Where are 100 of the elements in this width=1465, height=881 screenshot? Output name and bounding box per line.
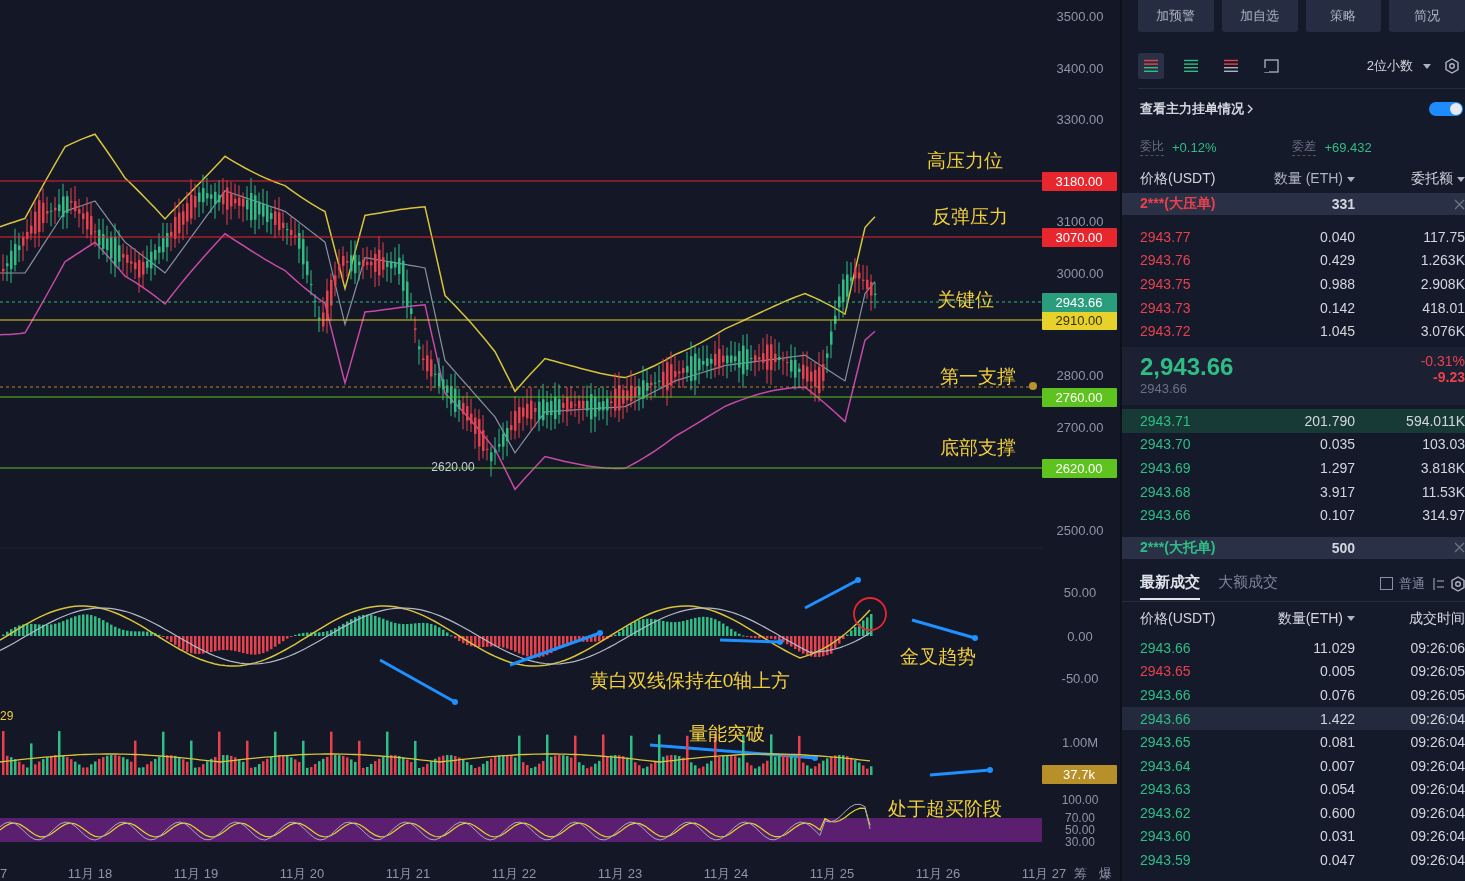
ask-price: 2943.77 [1140,228,1192,245]
bid-row[interactable]: 2943.69 1.297 3.818K [1122,456,1465,480]
ask-quantity: 0.988 [1318,276,1355,292]
column-header[interactable]: 数量(ETH) [1277,609,1343,628]
ask-quantity: 1.045 [1318,323,1355,340]
trades-tab[interactable]: 大额成交 [1218,567,1278,601]
trade-row[interactable]: 2943.65 0.005 09:26:05 [1122,659,1465,684]
trade-time: 09:26:04 [1409,710,1465,727]
date-label: 11月 18 [67,866,113,881]
settings-icon[interactable] [1445,58,1459,74]
large-bid-amount: 500 [1330,539,1355,556]
normal-checkbox[interactable] [1380,577,1393,591]
change-percent: -0.31% [1420,352,1465,369]
date-label: 11月 26 [915,866,961,881]
bid-row[interactable]: 2943.71 201.790 594.011K [1122,408,1465,433]
annotation-arrow [719,638,783,645]
column-header: 价格(USDT) [1140,609,1217,628]
ask-quantity: 0.142 [1318,299,1355,316]
ask-price: 2943.72 [1140,323,1192,340]
axis-label: 3300.00 [1056,112,1104,127]
annotation-text: 黄白双线保持在0轴上方 [589,670,791,691]
ask-price: 2943.75 [1140,276,1192,292]
order-book-layout-icon [1223,59,1239,73]
annotation-arrow [929,767,993,777]
order-book-layout-icon [1143,59,1159,73]
order-book-layout-icon [1183,59,1199,73]
trade-row[interactable]: 2943.63 0.054 09:26:04 [1122,777,1465,802]
trade-quantity: 0.081 [1318,734,1355,751]
panel-button[interactable]: 加预警 [1138,0,1214,32]
panel-button[interactable]: 策略 [1305,0,1382,32]
view-button[interactable] [1138,53,1164,79]
bid-row[interactable]: 2943.70 0.035 103.03 [1122,432,1465,457]
trade-price: 2943.63 [1140,781,1192,798]
axis-label: -50.00 [1061,671,1099,686]
diff-value: +69.432 [1324,139,1372,155]
level-label: 关键位 [936,289,994,310]
trade-quantity: 0.007 [1318,757,1355,774]
column-header[interactable]: 委托额 [1411,170,1453,188]
column-header: 成交时间 [1408,609,1465,628]
annotation-text: 金叉趋势 [900,646,976,667]
axis-label: 1.00M [1061,735,1099,750]
panel-button[interactable]: 简况 [1389,0,1465,32]
close-icon[interactable] [1454,198,1465,210]
bid-row[interactable]: 2943.68 3.917 11.53K [1122,479,1465,504]
date-label: 11月 27 [1021,866,1067,881]
list-icon[interactable] [1431,576,1445,591]
trade-price: 2943.66 [1140,686,1192,703]
caret-icon [1347,176,1355,182]
axis-label: 2700.00 [1056,420,1104,435]
axis-label: 0.00 [1067,629,1093,644]
trade-row[interactable]: 2943.62 0.600 09:26:04 [1122,801,1465,825]
trade-row[interactable]: 2943.66 1.422 09:26:04 [1122,706,1465,731]
trade-price: 2943.65 [1140,663,1192,680]
price-tag: 2760.00 [1042,388,1117,407]
trade-quantity: 1.422 [1318,710,1355,727]
highlight-circle [853,597,887,631]
large-bid-label: 2***(大托单) [1140,538,1217,557]
corner-tab[interactable]: 筹 [1073,866,1087,881]
main-orders-toggle[interactable] [1429,102,1463,116]
date-label: 11月 20 [279,866,325,881]
volume-value: 29 [0,709,14,723]
trade-quantity: 0.076 [1318,686,1355,703]
trade-time: 09:26:06 [1409,639,1465,656]
trade-row[interactable]: 2943.60 0.031 09:26:04 [1122,824,1465,849]
axis-label: 3400.00 [1056,61,1104,76]
axis-label: 50.00 [1065,823,1095,837]
ask-total: 418.01 [1421,299,1465,316]
volume-tag: 37.7k [1042,765,1117,784]
trade-row[interactable]: 2943.64 0.007 09:26:04 [1122,753,1465,778]
axis-label: 3500.00 [1056,9,1104,24]
trade-row[interactable]: 2943.65 0.081 09:26:04 [1122,730,1465,754]
annotation-arrow [911,618,978,641]
axis-label: 3100.00 [1056,214,1104,229]
date-label: 11月 21 [385,866,431,881]
trade-time: 09:26:04 [1409,734,1465,751]
column-header[interactable]: 数量 (ETH) [1273,170,1343,188]
corner-tab[interactable]: 爆 [1098,866,1112,881]
panel-button[interactable]: 加自选 [1221,0,1298,32]
level-label: 高压力位 [927,150,1003,171]
chevron-right-icon [1247,104,1253,114]
order-book-layout-icon [1263,59,1279,73]
main-orders-link[interactable]: 查看主力挂单情况 [1140,100,1244,118]
trades-tab[interactable]: 最新成交 [1140,567,1200,601]
ask-total: 117.75 [1422,228,1465,245]
low-price-label: 2620.00 [431,460,475,474]
ask-quantity: 0.429 [1318,252,1355,269]
bid-row[interactable]: 2943.66 0.107 314.97 [1122,503,1465,527]
date-label: 11月 24 [703,866,749,881]
trade-row[interactable]: 2943.59 0.047 09:26:04 [1122,848,1465,872]
precision-select[interactable]: 2位小数 [1366,57,1413,75]
settings-icon[interactable] [1451,575,1465,592]
axis-label: 2500.00 [1056,523,1104,538]
annotation-arrow [804,577,861,610]
axis-label: 70.00 [1065,811,1095,825]
trade-row[interactable]: 2943.66 11.029 09:26:06 [1122,635,1465,660]
marker-dot [1029,382,1037,390]
date-label: 7 [0,866,8,881]
trade-quantity: 0.005 [1318,663,1355,680]
close-icon[interactable] [1454,542,1465,554]
trade-row[interactable]: 2943.66 0.076 09:26:05 [1122,683,1465,707]
